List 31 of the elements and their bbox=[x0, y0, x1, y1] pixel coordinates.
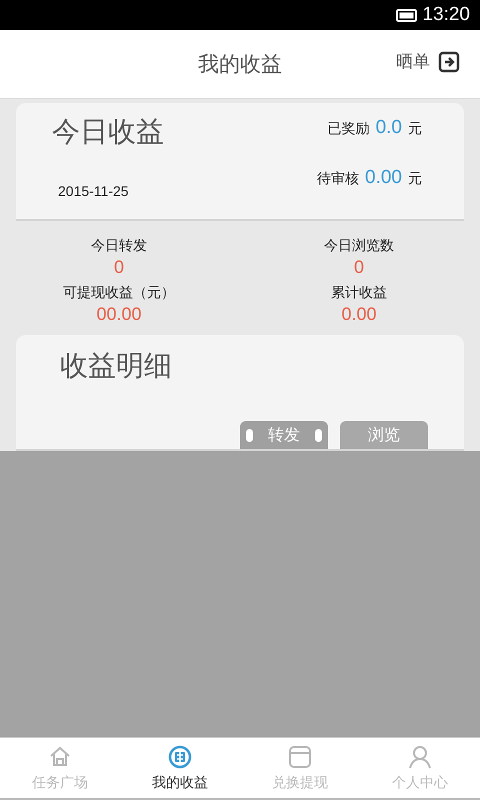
wallet-icon bbox=[287, 744, 313, 770]
card-title: 今日收益 bbox=[52, 114, 164, 150]
stat-label: 累计收益 bbox=[331, 284, 387, 302]
share-button[interactable]: 晒单 bbox=[396, 50, 460, 73]
nav-tab[interactable]: 我的收益 bbox=[120, 738, 240, 798]
nav-tab[interactable]: 兑换提现 bbox=[240, 738, 360, 798]
stat-label: 可提现收益（元） bbox=[63, 284, 175, 302]
stat-value: 00.00 bbox=[96, 304, 142, 325]
stat-value: 0 bbox=[354, 257, 364, 278]
date-label: 2015-11-25 bbox=[57, 183, 130, 199]
tab[interactable]: 转发 bbox=[240, 421, 328, 449]
tab[interactable]: 浏览 bbox=[340, 421, 428, 449]
unit-label: 元 bbox=[408, 120, 422, 138]
nav-tab[interactable]: 个人中心 bbox=[360, 738, 480, 798]
amount-value: 0.00 bbox=[365, 167, 402, 189]
card-title: 收益明细 bbox=[59, 348, 173, 384]
clock-time: 13:20 bbox=[422, 4, 470, 26]
amount-label: 已奖励 bbox=[328, 120, 370, 138]
amount-value: 0.0 bbox=[376, 117, 402, 139]
stat-value: 0.00 bbox=[341, 304, 377, 325]
stat-value: 0 bbox=[114, 257, 124, 278]
amount-label: 待审核 bbox=[317, 170, 360, 188]
stat-label: 今日转发 bbox=[91, 237, 147, 255]
coin-icon bbox=[167, 744, 193, 770]
stat-label: 今日浏览数 bbox=[324, 237, 394, 255]
unit-label: 元 bbox=[408, 170, 422, 188]
page-title: 我的收益 bbox=[198, 51, 282, 78]
battery-icon bbox=[396, 8, 418, 22]
person-icon bbox=[407, 744, 433, 770]
nav-tab[interactable]: 任务广场 bbox=[0, 738, 120, 798]
exit-icon bbox=[438, 50, 460, 72]
